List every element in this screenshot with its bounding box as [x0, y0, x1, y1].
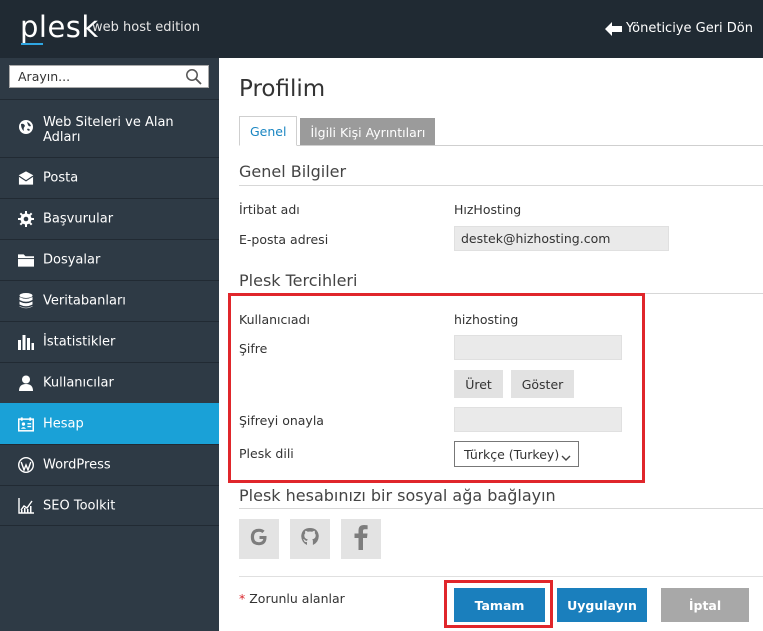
sidebar-item-label: Posta — [43, 170, 79, 186]
sidebar-item-applications[interactable]: Başvurular — [0, 198, 219, 239]
tab-bar: Genel İlgili Kişi Ayrıntıları — [239, 116, 436, 146]
sidebar-item-mail[interactable]: Posta — [0, 157, 219, 198]
folder-icon — [18, 252, 34, 268]
tab-contact-details[interactable]: İlgili Kişi Ayrıntıları — [300, 118, 436, 146]
plesk-logo[interactable]: plesk — [20, 10, 99, 44]
section-divider — [239, 293, 763, 294]
globe-icon — [18, 119, 34, 135]
page-title: Profilim — [239, 76, 326, 102]
section-title-social: Plesk hesabınızı bir sosyal ağa bağlayın — [239, 486, 556, 505]
google-icon — [249, 527, 269, 551]
generate-password-button[interactable]: Üret — [454, 370, 503, 398]
sidebar-item-label: Hesap — [43, 416, 84, 432]
database-icon — [18, 293, 34, 309]
google-login-button[interactable] — [239, 519, 279, 559]
back-to-admin-link[interactable]: Yöneticiye Geri Dön — [604, 21, 753, 36]
facebook-login-button[interactable] — [341, 519, 381, 559]
search-icon[interactable] — [185, 68, 202, 89]
sidebar-item-databases[interactable]: Veritabanları — [0, 280, 219, 321]
section-title-general: Genel Bilgiler — [239, 162, 347, 181]
back-to-admin-label: Yöneticiye Geri Dön — [625, 21, 753, 36]
required-star: * — [239, 591, 246, 606]
sidebar-item-websites[interactable]: Web Siteleri ve Alan Adları — [0, 99, 219, 157]
chevron-down-icon — [561, 450, 571, 465]
github-icon — [300, 527, 320, 551]
required-fields-label: Zorunlu alanlar — [249, 591, 345, 606]
user-icon — [18, 375, 34, 391]
search-box — [9, 65, 209, 88]
sidebar-item-label: Dosyalar — [43, 252, 101, 268]
sidebar-item-seo-toolkit[interactable]: SEO Toolkit — [0, 485, 219, 526]
sidebar-item-label: SEO Toolkit — [43, 498, 116, 513]
arrow-left-icon — [604, 21, 622, 36]
email-field[interactable] — [454, 226, 669, 251]
gear-icon — [18, 211, 34, 227]
seo-chart-icon — [18, 497, 34, 514]
logo-underline — [21, 43, 43, 45]
required-fields-note: * Zorunlu alanlar — [239, 591, 345, 606]
facebook-icon — [354, 524, 368, 554]
sidebar-item-account[interactable]: Hesap — [0, 403, 219, 444]
confirm-password-label: Şifreyi onayla — [239, 413, 324, 428]
search-input[interactable] — [10, 66, 180, 87]
email-label: E-posta adresi — [239, 232, 329, 247]
sidebar-item-label: Kullanıcılar — [43, 375, 114, 391]
language-select[interactable]: Türkçe (Turkey) — [454, 441, 579, 467]
sidebar-item-wordpress[interactable]: WordPress — [0, 444, 219, 485]
sidebar-item-label: Başvurular — [43, 211, 114, 227]
footer-divider — [239, 576, 763, 577]
ok-button[interactable]: Tamam — [454, 588, 545, 622]
tab-general[interactable]: Genel — [239, 116, 298, 146]
mail-icon — [18, 170, 34, 186]
sidebar-item-label: Web Siteleri ve Alan Adları — [43, 115, 174, 145]
section-divider — [239, 508, 763, 509]
apply-button[interactable]: Uygulayın — [557, 588, 647, 622]
sidebar-item-label: İstatistikler — [43, 334, 116, 350]
sidebar-item-label: Veritabanları — [43, 293, 126, 309]
password-field[interactable] — [454, 335, 622, 360]
wordpress-icon — [18, 457, 34, 473]
section-title-preferences: Plesk Tercihleri — [239, 271, 358, 290]
language-label: Plesk dili — [239, 446, 294, 461]
tabs-divider — [239, 145, 763, 146]
main-content: Profilim Genel İlgili Kişi Ayrıntıları G… — [219, 58, 763, 631]
sidebar-item-label: WordPress — [43, 457, 111, 473]
sidebar-nav: Web Siteleri ve Alan Adları Posta Başvur… — [0, 99, 219, 526]
sidebar-item-users[interactable]: Kullanıcılar — [0, 362, 219, 403]
username-value: hizhosting — [454, 312, 519, 327]
contact-name-label: İrtibat adı — [239, 202, 300, 217]
show-password-button[interactable]: Göster — [511, 370, 574, 398]
bar-chart-icon — [18, 334, 34, 350]
language-selected-value: Türkçe (Turkey) — [464, 446, 560, 462]
confirm-password-field[interactable] — [454, 407, 622, 432]
account-card-icon — [18, 416, 34, 432]
contact-name-value: HızHosting — [454, 202, 522, 217]
section-divider — [239, 185, 763, 186]
edition-label: web host edition — [92, 20, 200, 35]
sidebar-item-statistics[interactable]: İstatistikler — [0, 321, 219, 362]
sidebar-item-files[interactable]: Dosyalar — [0, 239, 219, 280]
username-label: Kullanıcıadı — [239, 312, 310, 327]
cancel-button: İptal — [661, 588, 749, 622]
github-login-button[interactable] — [290, 519, 330, 559]
password-label: Şifre — [239, 341, 268, 356]
sidebar: Web Siteleri ve Alan Adları Posta Başvur… — [0, 58, 219, 631]
top-header: plesk web host edition Yöneticiye Geri D… — [0, 0, 763, 58]
